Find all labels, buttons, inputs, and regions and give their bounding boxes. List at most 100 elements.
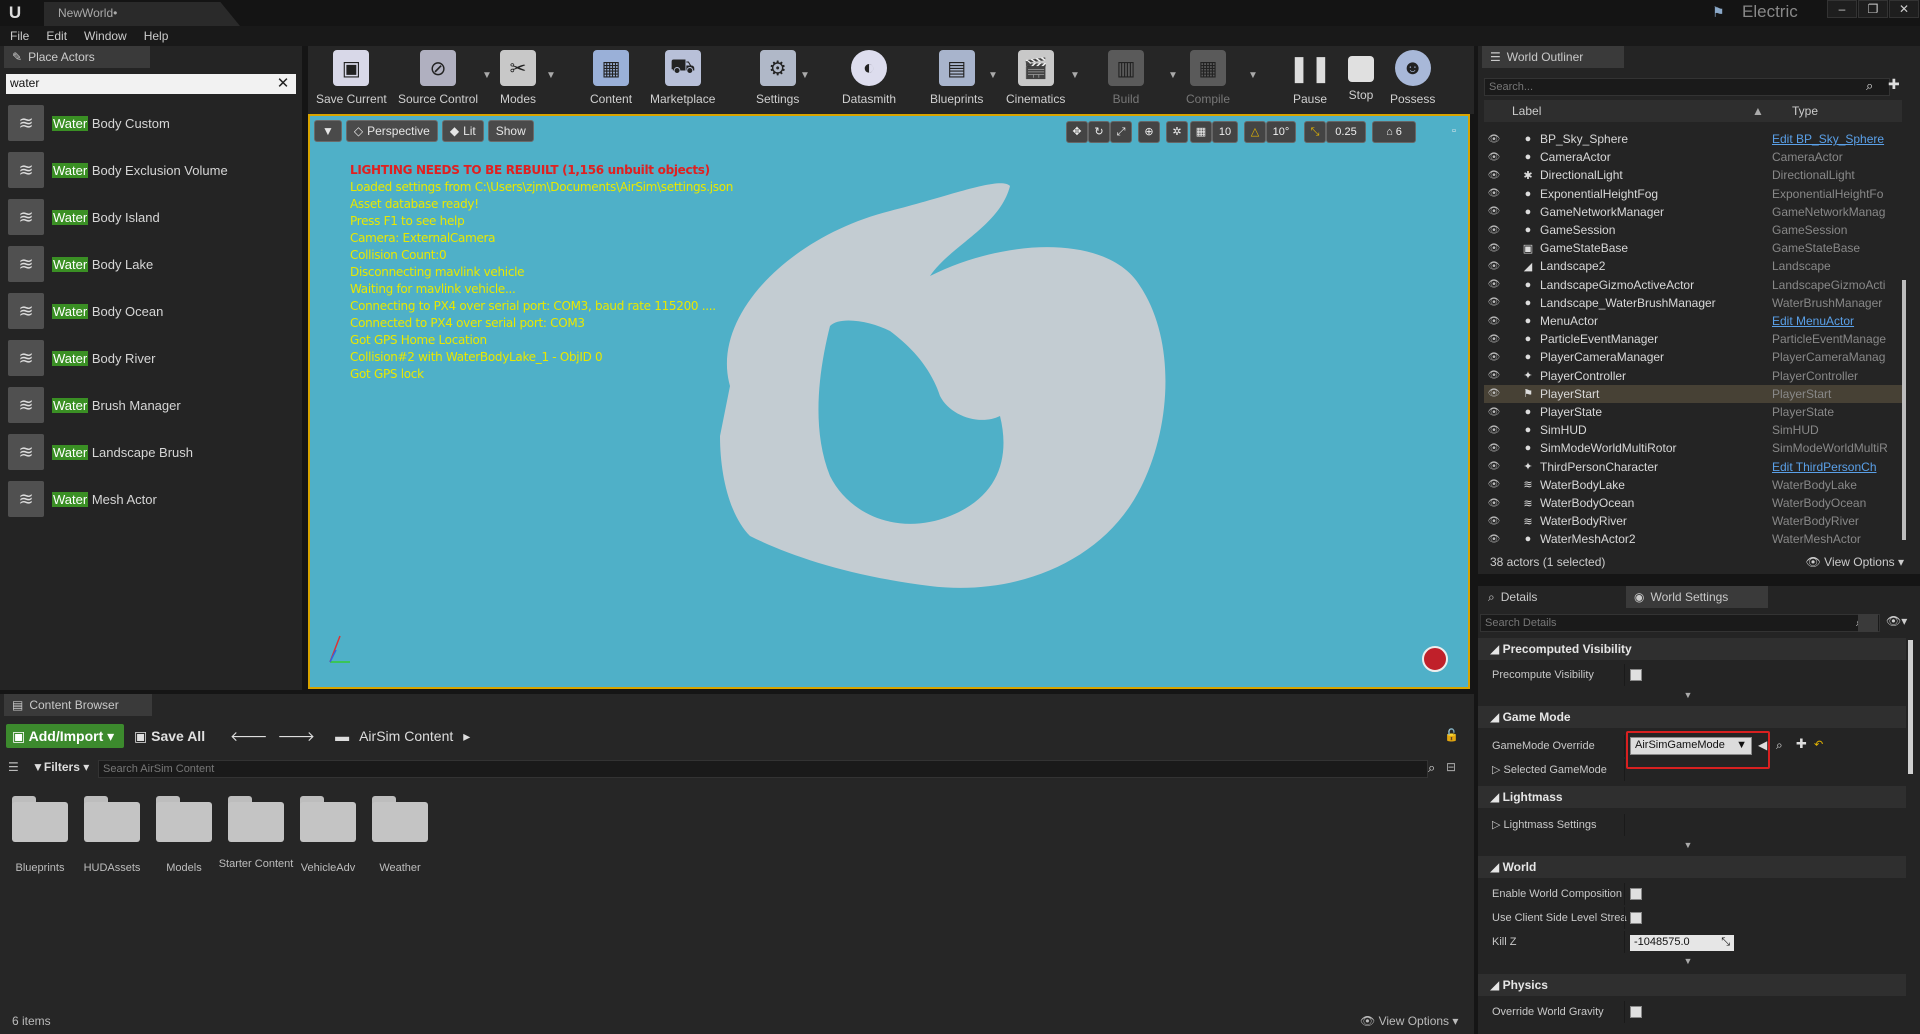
tab-world-settings[interactable]: ◉ World Settings (1626, 586, 1768, 608)
expand-advanced-icon[interactable]: ▼ (1680, 840, 1696, 850)
outliner-row[interactable]: 👁 ● SimHUD SimHUD (1484, 421, 1902, 439)
chevron-down-icon[interactable]: ▼ (1070, 70, 1080, 81)
outliner-scrollbar[interactable] (1902, 280, 1906, 540)
visibility-eye-icon[interactable]: 👁 (1484, 170, 1504, 181)
visibility-eye-icon[interactable]: 👁 (1484, 316, 1504, 327)
save-current-button[interactable]: ▣ Save Current (316, 50, 387, 112)
rotation-snap-value[interactable]: 10° (1266, 121, 1296, 143)
tab-world-outliner[interactable]: ☰ World Outliner (1482, 46, 1624, 68)
world-space-icon[interactable]: ⊕ (1138, 121, 1160, 143)
actor-type[interactable]: Edit BP_Sky_Sphere (1772, 132, 1898, 146)
prop-selected-gamemode[interactable]: ▷ Selected GameMode (1478, 759, 1906, 781)
menu-window[interactable]: Window (84, 26, 127, 46)
rotation-snap-icon[interactable]: △ (1244, 121, 1266, 143)
content-view-options-button[interactable]: 👁 View Options ▾ (1360, 1014, 1458, 1028)
outliner-row[interactable]: 👁 ● PlayerCameraManager PlayerCameraManag (1484, 348, 1902, 366)
grid-snap-value[interactable]: 10 (1212, 121, 1238, 143)
content-button[interactable]: ▦ Content (590, 50, 632, 112)
place-actor-item[interactable]: ≋ Water Body Custom (8, 100, 298, 146)
forward-icon[interactable]: 🡒 (278, 724, 316, 748)
category-physics[interactable]: ◢ Physics (1478, 974, 1906, 996)
enable-world-composition-checkbox[interactable] (1630, 888, 1642, 900)
minimize-icon[interactable]: – (1827, 0, 1857, 18)
add-icon[interactable]: ✚ (1796, 736, 1807, 752)
add-import-button[interactable]: ▣ Add/Import ▾ (6, 724, 124, 748)
precompute-visibility-checkbox[interactable] (1630, 669, 1642, 681)
tab-details[interactable]: ⌕ Details (1480, 586, 1626, 608)
translate-icon[interactable]: ✥ (1066, 121, 1088, 143)
source-control-button[interactable]: ⊘ Source Control (398, 50, 478, 112)
place-actor-item[interactable]: ≋ Water Body Ocean (8, 288, 298, 334)
details-search-input[interactable]: Search Details (1480, 614, 1880, 632)
reset-icon[interactable]: ↶ (1814, 738, 1823, 751)
outliner-row[interactable]: 👁 ● LandscapeGizmoActiveActor LandscapeGizm… (1484, 276, 1902, 294)
column-type[interactable]: Type (1792, 104, 1818, 118)
folder-label[interactable]: Starter Content (216, 858, 296, 870)
category-game-mode[interactable]: ◢ Game Mode (1478, 706, 1906, 728)
chevron-down-icon[interactable]: ▼ (800, 70, 810, 81)
outliner-row[interactable]: 👁 ● GameNetworkManager GameNetworkManag (1484, 203, 1902, 221)
use-selected-icon[interactable]: ◀ (1758, 738, 1767, 752)
outliner-row[interactable]: 👁 ● BP_Sky_Sphere Edit BP_Sky_Sphere (1484, 130, 1902, 148)
outliner-row[interactable]: 👁 ≋ WaterBodyOcean WaterBodyOcean (1484, 494, 1902, 512)
compile-button[interactable]: ▦ Compile (1186, 50, 1230, 112)
place-actor-item[interactable]: ≋ Water Body Island (8, 194, 298, 240)
details-scrollbar[interactable] (1908, 640, 1913, 774)
gamemode-override-select[interactable]: AirSimGameMode ▼ (1630, 737, 1752, 755)
outliner-row[interactable]: 👁 ● ParticleEventManager ParticleEventManag… (1484, 330, 1902, 348)
grid-snap-icon[interactable]: ▦ (1190, 121, 1212, 143)
visibility-eye-icon[interactable]: 👁 (1484, 425, 1504, 436)
folder-icon[interactable] (226, 794, 286, 850)
add-folder-icon[interactable]: ✚ (1888, 76, 1900, 93)
history-icon[interactable]: ⊟ (1446, 760, 1456, 774)
scale-snap-value[interactable]: 0.25 (1326, 121, 1366, 143)
show-button[interactable]: Show (487, 120, 534, 142)
rotate-icon[interactable]: ↻ (1088, 121, 1110, 143)
outliner-row[interactable]: 👁 ✱ DirectionalLight DirectionalLight (1484, 166, 1902, 184)
category-precomputed-visibility[interactable]: ◢ Precomputed Visibility (1478, 638, 1906, 660)
notification-icon[interactable]: ⚑ (1712, 4, 1725, 21)
place-actors-search-input[interactable]: water (6, 74, 296, 94)
expand-advanced-icon[interactable]: ▼ (1680, 690, 1696, 700)
place-actor-item[interactable]: ≋ Water Mesh Actor (8, 476, 298, 522)
chevron-down-icon[interactable]: ▼ (546, 70, 556, 81)
actor-type[interactable]: Edit ThirdPersonCh (1772, 460, 1898, 474)
visibility-eye-icon[interactable]: 👁 (1484, 479, 1504, 490)
datasmith-button[interactable]: ◐ Datasmith (842, 50, 896, 112)
folder-icon[interactable] (154, 794, 214, 850)
eye-icon[interactable]: 👁▾ (1886, 614, 1907, 628)
kill-z-input[interactable]: -1048575.0 ⤡ (1630, 935, 1734, 951)
outliner-row[interactable]: 👁 ● GameSession GameSession (1484, 221, 1902, 239)
column-label[interactable]: Label (1512, 104, 1752, 118)
back-icon[interactable]: 🡐 (230, 724, 268, 748)
viewport-options-button[interactable]: ▼ (314, 120, 342, 142)
override-gravity-checkbox[interactable] (1630, 1006, 1642, 1018)
content-search-input[interactable]: Search AirSim Content (98, 760, 1428, 778)
browse-icon[interactable]: ⌕ (1776, 738, 1783, 753)
visibility-eye-icon[interactable]: 👁 (1484, 534, 1504, 545)
chevron-down-icon[interactable]: ▼ (482, 70, 492, 81)
outliner-row[interactable]: 👁 ✦ PlayerController PlayerController (1484, 367, 1902, 385)
folder-label[interactable]: HUDAssets (72, 862, 152, 874)
visibility-eye-icon[interactable]: 👁 (1484, 443, 1504, 454)
possess-button[interactable]: ☻ Possess (1390, 50, 1435, 112)
blueprints-button[interactable]: ▤ Blueprints (930, 50, 983, 112)
actor-type[interactable]: Edit MenuActor (1772, 314, 1898, 328)
visibility-eye-icon[interactable]: 👁 (1484, 134, 1504, 145)
lit-button[interactable]: ◆ Lit (441, 120, 484, 142)
client-side-streaming-checkbox[interactable] (1630, 912, 1642, 924)
property-matrix-icon[interactable] (1858, 614, 1878, 632)
menu-help[interactable]: Help (144, 26, 169, 46)
folder-icon[interactable] (82, 794, 142, 850)
surface-snap-icon[interactable]: ✲ (1166, 121, 1188, 143)
view-options-button[interactable]: 👁 View Options ▾ (1806, 555, 1904, 569)
record-button[interactable] (1422, 646, 1448, 672)
place-actor-item[interactable]: ≋ Water Body Lake (8, 241, 298, 287)
perspective-button[interactable]: ◇ Perspective (345, 120, 438, 142)
outliner-row[interactable]: 👁 ● CameraActor CameraActor (1484, 148, 1902, 166)
folder-icon[interactable] (298, 794, 358, 850)
close-icon[interactable]: ✕ (1889, 0, 1919, 18)
folder-label[interactable]: Models (144, 862, 224, 874)
sources-icon[interactable]: ☰ (8, 760, 19, 774)
visibility-eye-icon[interactable]: 👁 (1484, 407, 1504, 418)
